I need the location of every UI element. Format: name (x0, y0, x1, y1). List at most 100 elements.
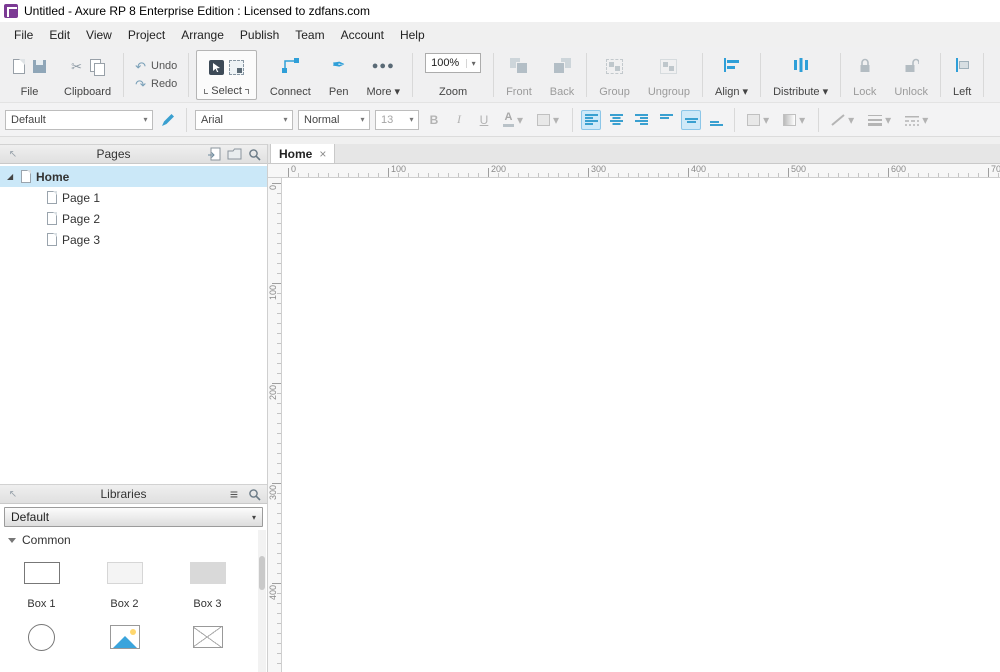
distribute-button[interactable]: Distribute ▾ (764, 50, 837, 100)
redo-label: Redo (151, 78, 177, 90)
undo-label: Undo (151, 60, 177, 72)
menu-edit[interactable]: Edit (41, 25, 78, 45)
menu-account[interactable]: Account (333, 25, 392, 45)
font-family-select[interactable]: Arial ▾ (195, 110, 293, 130)
ungroup-button[interactable]: Ungroup (639, 50, 699, 100)
library-select[interactable]: Default ▾ (4, 507, 263, 527)
text-align-center-button[interactable] (606, 110, 626, 130)
library-section-common[interactable]: Common (0, 530, 267, 550)
expand-triangle-icon[interactable]: ◢ (7, 172, 16, 181)
add-page-icon[interactable] (206, 146, 222, 162)
text-highlight-button[interactable]: ▾ (533, 110, 564, 130)
fill-color-button[interactable]: ▾ (743, 110, 774, 130)
widget-label: Box 1 (27, 598, 55, 610)
pen-button[interactable]: ✒ Pen (320, 50, 358, 100)
back-button[interactable]: Back (541, 50, 583, 100)
page-item-page2[interactable]: Page 2 (0, 208, 267, 229)
tab-home[interactable]: Home × (270, 144, 335, 163)
text-align-left-button[interactable] (581, 110, 601, 130)
chevron-down-icon: ▾ (762, 110, 770, 130)
menu-view[interactable]: View (78, 25, 120, 45)
chevron-down-icon: ▾ (356, 115, 369, 124)
search-icon[interactable] (246, 146, 262, 162)
box2-thumbnail (107, 562, 143, 584)
back-label: Back (550, 86, 574, 98)
italic-button[interactable]: I (449, 110, 469, 130)
front-button[interactable]: Front (497, 50, 541, 100)
page-label: Page 1 (62, 191, 100, 205)
bring-front-icon (510, 58, 528, 74)
chevron-down-icon: ▾ (798, 110, 806, 130)
file-group[interactable]: File (4, 50, 55, 100)
panel-pin-icon[interactable]: ↖ (5, 146, 21, 162)
menu-team[interactable]: Team (287, 25, 332, 45)
widget-box3[interactable]: Box 3 (190, 556, 226, 610)
library-section-label: Common (22, 533, 71, 547)
menu-publish[interactable]: Publish (232, 25, 287, 45)
menu-file[interactable]: File (6, 25, 41, 45)
image-thumbnail (110, 625, 140, 649)
text-align-right-button[interactable] (631, 110, 651, 130)
widget-placeholder[interactable] (193, 620, 223, 662)
text-valign-bottom-button[interactable] (706, 110, 726, 130)
widget-ellipse[interactable] (28, 620, 55, 662)
group-button[interactable]: Group (590, 50, 639, 100)
bold-button[interactable]: B (424, 110, 444, 130)
line-width-button[interactable]: ▾ (864, 110, 896, 130)
format-toolbar: Default ▾ Arial ▾ Normal ▾ 13 ▾ B I U A … (0, 103, 1000, 137)
widget-box2[interactable]: Box 2 (107, 556, 143, 610)
menu-help[interactable]: Help (392, 25, 433, 45)
chevron-down-icon (8, 538, 16, 543)
menu-icon[interactable]: ≡ (226, 486, 242, 502)
text-valign-middle-button[interactable] (681, 110, 701, 130)
scrollbar-thumb[interactable] (259, 556, 265, 590)
underline-button[interactable]: U (474, 110, 494, 130)
undo-icon: ↶ (135, 60, 146, 73)
menu-project[interactable]: Project (120, 25, 173, 45)
library-scrollbar[interactable] (258, 530, 266, 672)
menu-arrange[interactable]: Arrange (173, 25, 232, 45)
font-size-select[interactable]: 13 ▾ (375, 110, 419, 130)
page-item-home[interactable]: ◢ Home (0, 166, 267, 187)
toolbar-separator (188, 53, 189, 97)
edit-style-button[interactable] (158, 110, 178, 130)
chevron-down-icon: ▾ (246, 513, 262, 522)
close-icon[interactable]: × (319, 147, 326, 161)
undo-button[interactable]: ↶ Undo (135, 60, 177, 73)
line-style-button[interactable]: ▾ (901, 110, 933, 130)
chevron-down-icon[interactable]: ▾ (466, 59, 480, 68)
toolbar-separator (983, 53, 984, 97)
copy-icon (90, 59, 104, 74)
corner-mark (245, 89, 249, 94)
widget-box1[interactable]: Box 1 (24, 556, 60, 610)
widget-image[interactable] (110, 620, 140, 662)
text-valign-top-button[interactable] (656, 110, 676, 130)
add-folder-icon[interactable] (226, 146, 242, 162)
search-icon[interactable] (246, 486, 262, 502)
widget-style-select[interactable]: Default ▾ (5, 110, 153, 130)
zoom-select[interactable]: 100% ▾ (425, 53, 481, 73)
unlock-button[interactable]: Unlock (885, 50, 937, 100)
panel-pin-icon[interactable]: ↖ (5, 486, 21, 502)
page-item-page3[interactable]: Page 3 (0, 229, 267, 250)
clipboard-group[interactable]: ✂ Clipboard (55, 50, 120, 100)
highlight-swatch-icon (537, 114, 550, 126)
toolbar-separator (572, 108, 573, 132)
page-icon (47, 212, 57, 225)
connect-button[interactable]: Connect (261, 50, 320, 100)
unlock-icon (903, 57, 919, 76)
lock-button[interactable]: Lock (844, 50, 885, 100)
text-color-button[interactable]: A ▾ (499, 110, 528, 130)
line-color-button[interactable]: ▾ (827, 110, 859, 130)
ruler-tick-label: 400 (268, 585, 280, 600)
select-mode-button[interactable]: Select (196, 50, 257, 100)
design-canvas[interactable] (282, 178, 1000, 672)
align-left-button[interactable]: Left (944, 50, 980, 100)
opacity-button[interactable]: ▾ (779, 110, 810, 130)
page-item-page1[interactable]: Page 1 (0, 187, 267, 208)
redo-button[interactable]: ↷ Redo (135, 78, 177, 91)
zoom-label: Zoom (439, 86, 467, 98)
more-button[interactable]: ●●● More ▾ (357, 50, 409, 100)
font-weight-select[interactable]: Normal ▾ (298, 110, 370, 130)
align-button[interactable]: Align ▾ (706, 50, 757, 100)
